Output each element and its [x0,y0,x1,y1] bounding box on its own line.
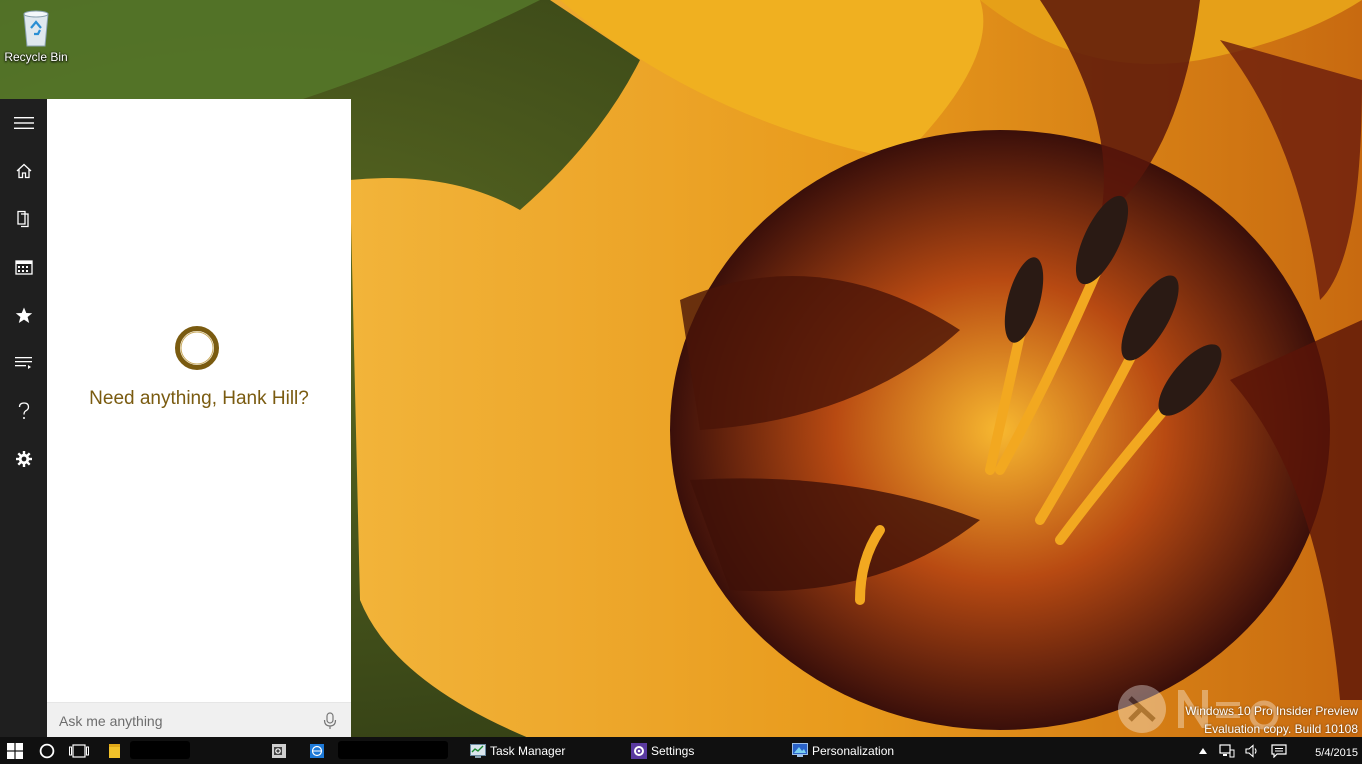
cortana-search-box[interactable] [47,702,351,738]
taskbar-app-task-manager[interactable]: Task Manager [470,737,565,764]
cortana-panel: Need anything, Hank Hill? [47,99,351,738]
taskbar-app-settings[interactable]: Settings [631,737,694,764]
taskbar-app-label: Personalization [812,743,895,758]
notifications-icon [1271,743,1287,758]
cortana-search-input[interactable] [57,710,311,732]
volume-button[interactable] [1242,737,1262,764]
hamburger-menu-icon [13,117,34,129]
hamburger-menu-button[interactable] [0,103,47,143]
desktop-icon-recycle-bin[interactable]: Recycle Bin [4,6,68,76]
browser-icon [310,743,324,758]
notebook-button[interactable] [0,199,47,239]
gear-icon [15,451,32,467]
taskbar-app-label: Settings [651,743,695,758]
desktop: Recycle Bin Need anything, Hank Hill? As… [0,0,1362,764]
cortana-circle-icon [175,326,219,370]
chevron-up-icon [1199,747,1207,754]
network-icon [1219,743,1235,757]
taskbar: Task Manager Settings Personalization 5/… [0,737,1362,764]
start-button[interactable] [0,737,30,764]
watermark-build: Evaluation copy. Build 10108 [1204,722,1358,736]
cortana-ring-icon [39,743,55,758]
windows-logo-icon [7,742,23,759]
help-button[interactable] [0,391,47,431]
speaker-icon [1245,743,1257,758]
personalization-icon [792,743,808,757]
network-button[interactable] [1216,737,1238,764]
task-manager-icon [470,743,486,758]
windows-watermark: Windows 10 Pro Insider Preview Evaluatio… [1185,702,1358,738]
file-explorer-icon [109,743,120,758]
show-hidden-icons-button[interactable] [1196,737,1210,764]
star-icon [15,307,32,323]
home-button[interactable] [0,151,47,191]
cortana-greeting: Need anything, Hank Hill? [89,388,309,409]
task-view-button[interactable] [64,737,94,764]
settings-button[interactable] [0,439,47,479]
help-icon [18,402,29,419]
recycle-bin-icon [23,10,49,47]
list-icon [14,357,32,369]
redacted-area [130,741,190,759]
pinned-browser[interactable] [304,737,330,764]
pinned-outlook[interactable] [266,737,292,764]
action-center-button[interactable] [1268,737,1290,764]
favorites-button[interactable] [0,295,47,335]
watermark-edition: Windows 10 Pro Insider Preview [1185,704,1358,718]
taskbar-app-label: Task Manager [490,743,566,758]
reminders-button[interactable] [0,343,47,383]
microphone-icon[interactable] [323,712,337,730]
redacted-area [338,741,448,759]
cortana-sidebar [0,99,47,737]
desktop-icon-label: Recycle Bin [4,50,68,64]
taskbar-clock-date[interactable]: 5/4/2015 [1315,747,1358,759]
calendar-icon [14,260,33,275]
taskbar-app-personalization[interactable]: Personalization [792,737,894,764]
pinned-file-explorer[interactable] [102,737,128,764]
home-icon [16,163,31,179]
outlook-icon [272,743,286,758]
notebook-icon [16,210,29,228]
cortana-button[interactable] [32,737,62,764]
task-view-icon [69,743,89,758]
calendar-button[interactable] [0,247,47,287]
settings-icon [631,742,647,759]
